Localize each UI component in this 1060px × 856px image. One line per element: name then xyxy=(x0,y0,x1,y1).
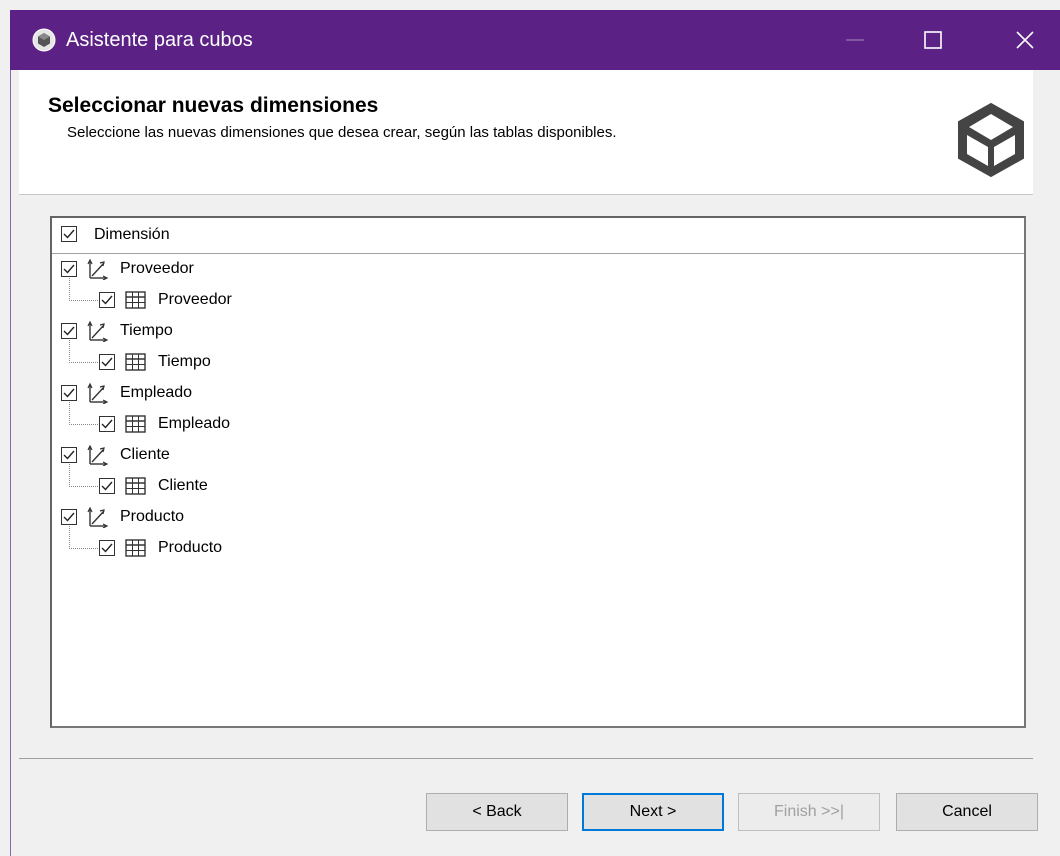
table-icon xyxy=(124,289,148,311)
tree-item-dimension[interactable]: Cliente xyxy=(52,440,452,470)
table-checkbox[interactable] xyxy=(99,478,115,494)
tree-item-table[interactable]: Empleado xyxy=(52,409,452,439)
cube-app-icon xyxy=(32,28,56,52)
wizard-header: Seleccionar nuevas dimensiones Seleccion… xyxy=(19,70,1033,195)
dimension-label: Cliente xyxy=(120,446,170,463)
dimension-icon xyxy=(86,258,110,281)
check-icon xyxy=(101,357,113,367)
dimensions-tree[interactable]: Dimensión Proveedor Proveedor Tiempo Tiempo… xyxy=(50,216,1026,728)
tree-column-header[interactable]: Dimensión xyxy=(52,218,1024,254)
table-icon xyxy=(124,413,148,435)
dimension-checkbox[interactable] xyxy=(61,447,77,463)
tree-item-dimension[interactable]: Proveedor xyxy=(52,254,452,284)
back-button[interactable]: < Back xyxy=(426,793,568,831)
check-icon xyxy=(101,419,113,429)
tree-item-table[interactable]: Producto xyxy=(52,533,452,563)
cancel-button[interactable]: Cancel xyxy=(896,793,1038,831)
table-label: Proveedor xyxy=(158,291,232,308)
column-header-label: Dimensión xyxy=(94,226,170,243)
tree-body: Proveedor Proveedor Tiempo Tiempo Empleado Em… xyxy=(52,254,1024,726)
check-icon xyxy=(63,512,75,522)
check-icon xyxy=(63,326,75,336)
table-checkbox[interactable] xyxy=(99,540,115,556)
check-icon xyxy=(63,229,75,239)
dimension-icon xyxy=(86,320,110,343)
window-title: Asistente para cubos xyxy=(66,29,253,51)
minimize-icon xyxy=(846,39,864,41)
select-all-checkbox[interactable] xyxy=(61,226,77,242)
table-label: Empleado xyxy=(158,415,231,432)
table-label: Tiempo xyxy=(158,353,211,370)
tree-item-dimension[interactable]: Empleado xyxy=(52,378,452,408)
check-icon xyxy=(101,543,113,553)
dimension-checkbox[interactable] xyxy=(61,261,77,277)
maximize-button[interactable] xyxy=(900,10,968,70)
check-icon xyxy=(63,264,75,274)
tree-item-table[interactable]: Tiempo xyxy=(52,347,452,377)
close-icon xyxy=(1016,31,1034,49)
table-checkbox[interactable] xyxy=(99,354,115,370)
page-subtitle: Seleccione las nuevas dimensiones que de… xyxy=(67,124,617,141)
table-checkbox[interactable] xyxy=(99,416,115,432)
tree-item-dimension[interactable]: Producto xyxy=(52,502,452,532)
dimension-label: Proveedor xyxy=(120,260,194,277)
footer-separator xyxy=(19,758,1033,759)
check-icon xyxy=(101,295,113,305)
check-icon xyxy=(63,388,75,398)
dimension-checkbox[interactable] xyxy=(61,385,77,401)
dimension-checkbox[interactable] xyxy=(61,323,77,339)
minimize-button[interactable] xyxy=(822,10,890,70)
close-button[interactable] xyxy=(992,10,1060,70)
table-label: Producto xyxy=(158,539,223,556)
check-icon xyxy=(101,481,113,491)
finish-button[interactable]: Finish >>| xyxy=(738,793,880,831)
tree-item-dimension[interactable]: Tiempo xyxy=(52,316,452,346)
tree-item-table[interactable]: Proveedor xyxy=(52,285,452,315)
dimension-label: Producto xyxy=(120,508,185,525)
dimension-icon xyxy=(86,382,110,405)
window-border xyxy=(10,70,11,856)
dimension-label: Empleado xyxy=(120,384,193,401)
table-icon xyxy=(124,475,148,497)
dimension-label: Tiempo xyxy=(120,322,173,339)
table-label: Cliente xyxy=(158,477,208,494)
dimension-icon xyxy=(86,444,110,467)
page-title: Seleccionar nuevas dimensiones xyxy=(48,94,379,117)
table-icon xyxy=(124,537,148,559)
cube-icon xyxy=(958,102,1024,178)
next-button[interactable]: Next > xyxy=(582,793,724,831)
dimension-icon xyxy=(86,506,110,529)
maximize-icon xyxy=(924,31,942,49)
title-bar[interactable]: Asistente para cubos xyxy=(10,10,1060,70)
table-checkbox[interactable] xyxy=(99,292,115,308)
table-icon xyxy=(124,351,148,373)
check-icon xyxy=(63,450,75,460)
tree-item-table[interactable]: Cliente xyxy=(52,471,452,501)
dimension-checkbox[interactable] xyxy=(61,509,77,525)
